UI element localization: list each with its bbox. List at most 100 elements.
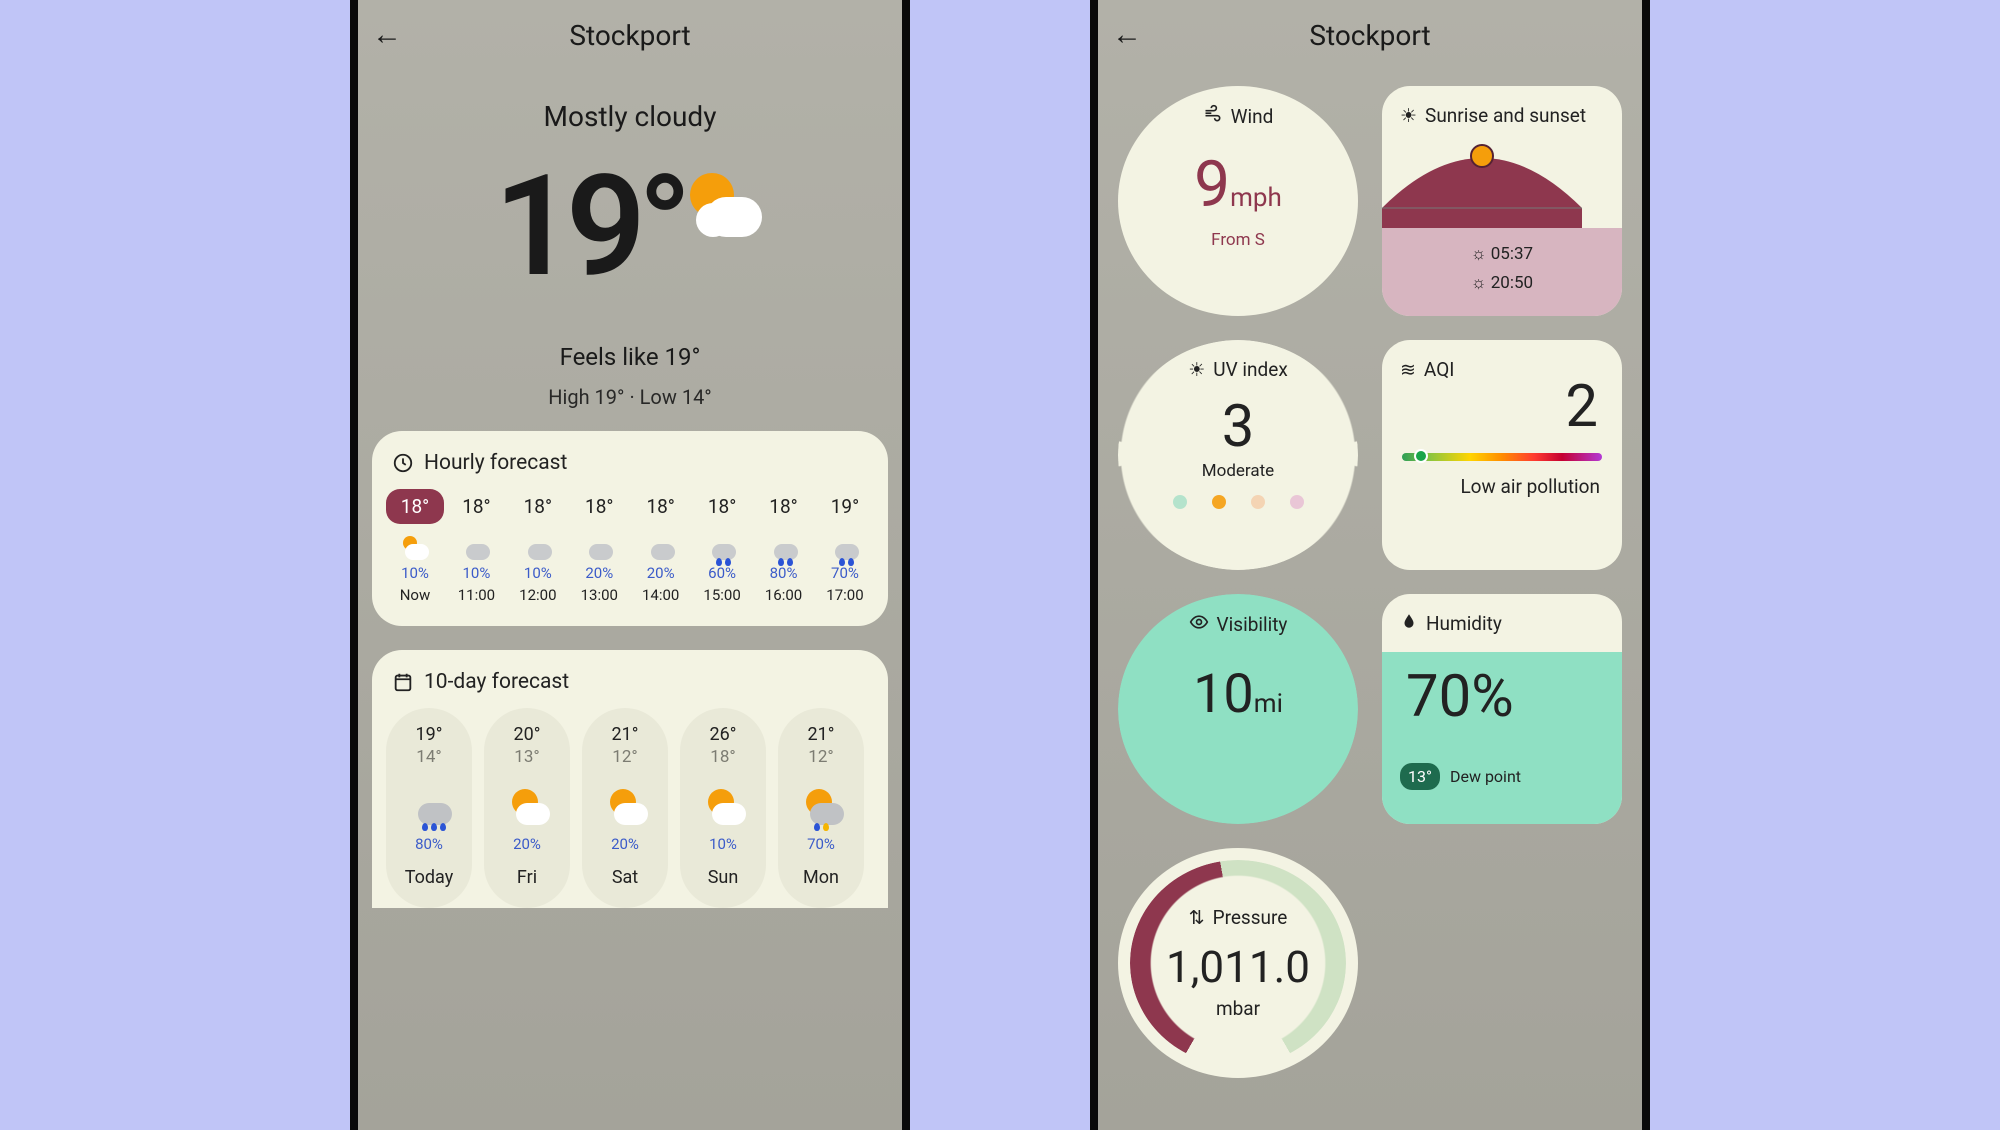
daily-low: 12° xyxy=(782,747,860,767)
weather-icon xyxy=(460,536,492,562)
aqi-label: AQI xyxy=(1424,358,1455,381)
hourly-temp: 18° xyxy=(755,489,813,524)
daily-high: 21° xyxy=(586,724,664,745)
hourly-temp: 18° xyxy=(632,489,690,524)
pressure-label: Pressure xyxy=(1213,906,1288,929)
sunrise-small-icon: ☼ xyxy=(1471,244,1487,264)
app-bar: ← Stockport xyxy=(1098,0,1642,70)
daily-low: 12° xyxy=(586,747,664,767)
visibility-tile[interactable]: Visibility 10mi xyxy=(1118,594,1358,824)
daily-item[interactable]: 19°14°80%Today xyxy=(386,708,472,908)
weather-icon xyxy=(706,536,738,562)
hourly-forecast-card[interactable]: Hourly forecast 18°10%Now18°10%11:0018°1… xyxy=(372,431,888,626)
weather-icon xyxy=(522,536,554,562)
weather-icon xyxy=(583,536,615,562)
daily-title: 10-day forecast xyxy=(424,670,569,694)
feels-like: Feels like 19° xyxy=(358,343,902,371)
daily-day: Fri xyxy=(488,867,566,888)
weather-icon xyxy=(399,536,431,562)
hourly-precip: 60% xyxy=(693,564,751,582)
daily-item[interactable]: 21°12° 70% Mon xyxy=(778,708,864,908)
humidity-label: Humidity xyxy=(1426,612,1502,635)
hourly-item[interactable]: 19°70%17:00 xyxy=(816,489,874,604)
visibility-value: 10 xyxy=(1193,663,1254,726)
wind-unit: mph xyxy=(1230,183,1282,213)
hourly-time: 13:00 xyxy=(570,586,628,604)
daily-day: Sun xyxy=(684,867,762,888)
pressure-value: 1,011.0 xyxy=(1136,941,1340,993)
daily-day: Today xyxy=(390,867,468,888)
daily-low: 18° xyxy=(684,747,762,767)
wind-icon xyxy=(1203,104,1223,129)
wind-value: 9 xyxy=(1194,147,1230,222)
current-temp: 19° xyxy=(494,145,684,309)
waves-icon: ≋ xyxy=(1400,358,1416,381)
wind-label: Wind xyxy=(1231,105,1274,128)
daily-item[interactable]: 20°13°20%Fri xyxy=(484,708,570,908)
daily-item[interactable]: 21°12°20%Sat xyxy=(582,708,668,908)
hourly-temp: 18° xyxy=(509,489,567,524)
weather-icon xyxy=(406,787,452,831)
droplet-icon xyxy=(1400,612,1418,635)
hourly-precip: 10% xyxy=(509,564,567,582)
sunset-small-icon: ☼ xyxy=(1471,273,1487,293)
hourly-time: 11:00 xyxy=(447,586,505,604)
current-condition: Mostly cloudy xyxy=(358,100,902,133)
location-title: Stockport xyxy=(372,19,888,52)
weather-icon xyxy=(768,536,800,562)
app-bar: ← Stockport xyxy=(358,0,902,70)
weather-icon xyxy=(798,787,844,831)
aqi-tile[interactable]: ≋ AQI 2 Low air pollution xyxy=(1382,340,1622,570)
daily-precip: 10% xyxy=(684,835,762,853)
daily-precip: 20% xyxy=(586,835,664,853)
uv-desc: Moderate xyxy=(1136,461,1340,481)
wind-tile[interactable]: Wind 9mph From S xyxy=(1118,86,1358,316)
sunrise-sunset-tile[interactable]: ☀︎Sunrise and sunset ☼ 05:37 ☼ 20:50 xyxy=(1382,86,1622,316)
hourly-precip: 80% xyxy=(755,564,813,582)
hourly-temp: 18° xyxy=(386,489,444,524)
daily-forecast-card[interactable]: 10-day forecast 19°14°80%Today20°13°20%F… xyxy=(372,650,888,908)
current-summary: Mostly cloudy 19° Feels like 19° High 19… xyxy=(358,100,902,409)
daily-day: Mon xyxy=(782,867,860,888)
weather-icon xyxy=(700,787,746,831)
aqi-desc: Low air pollution xyxy=(1400,475,1604,498)
aqi-value: 2 xyxy=(1400,373,1604,441)
hourly-time: 14:00 xyxy=(632,586,690,604)
sun-arc-icon xyxy=(1382,138,1582,228)
high-low: High 19° · Low 14° xyxy=(358,385,902,409)
hourly-item[interactable]: 18°20%14:00 xyxy=(632,489,690,604)
hourly-time: 12:00 xyxy=(509,586,567,604)
weather-icon xyxy=(602,787,648,831)
daily-precip: 70% xyxy=(782,835,860,853)
hourly-temp: 18° xyxy=(693,489,751,524)
humidity-tile[interactable]: Humidity 70% 13°Dew point xyxy=(1382,594,1622,824)
hourly-item[interactable]: 18° 10% 12:00 xyxy=(509,489,567,604)
pressure-tile[interactable]: ⇅Pressure 1,011.0 mbar xyxy=(1118,848,1358,1078)
hourly-item[interactable]: 18°10%11:00 xyxy=(447,489,505,604)
pressure-unit: mbar xyxy=(1136,997,1340,1020)
weather-icon xyxy=(645,536,677,562)
hourly-temp: 18° xyxy=(447,489,505,524)
uv-value: 3 xyxy=(1136,393,1340,461)
daily-high: 26° xyxy=(684,724,762,745)
hourly-precip: 10% xyxy=(386,564,444,582)
dew-point-label: Dew point xyxy=(1450,767,1521,786)
weather-screen-main: ← Stockport Mostly cloudy 19° Feels like… xyxy=(350,0,910,1130)
eye-icon xyxy=(1189,612,1209,637)
daily-low: 13° xyxy=(488,747,566,767)
daily-high: 20° xyxy=(488,724,566,745)
hourly-item[interactable]: 18° 80% 16:00 xyxy=(755,489,813,604)
hourly-time: 16:00 xyxy=(755,586,813,604)
sunrise-icon: ☀︎ xyxy=(1400,104,1417,127)
hourly-item[interactable]: 18°60%15:00 xyxy=(693,489,751,604)
daily-high: 21° xyxy=(782,724,860,745)
visibility-unit: mi xyxy=(1254,689,1283,719)
humidity-value: 70% xyxy=(1400,663,1604,731)
hourly-temp: 18° xyxy=(570,489,628,524)
sun-label: Sunrise and sunset xyxy=(1425,104,1586,127)
uv-index-tile[interactable]: ☀︎UV index 3 Moderate xyxy=(1118,340,1358,570)
hourly-item[interactable]: 18°20%13:00 xyxy=(570,489,628,604)
sun-icon: ☀︎ xyxy=(1188,358,1205,381)
hourly-item[interactable]: 18°10%Now xyxy=(386,489,444,604)
daily-item[interactable]: 26°18° 10% Sun xyxy=(680,708,766,908)
